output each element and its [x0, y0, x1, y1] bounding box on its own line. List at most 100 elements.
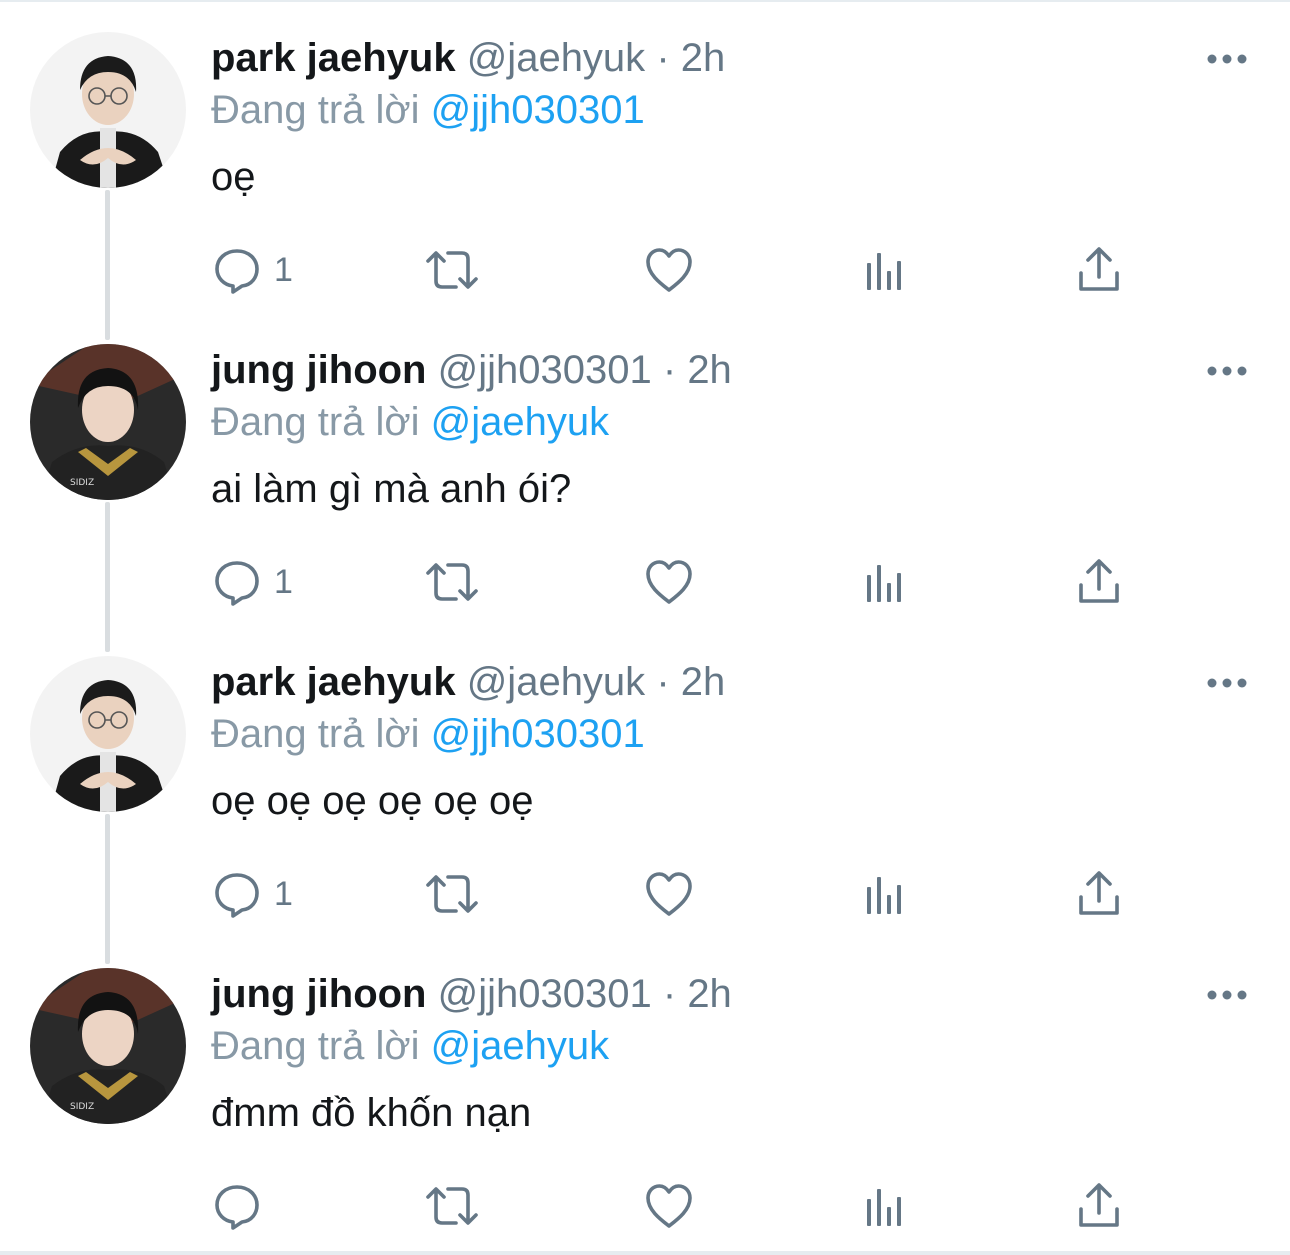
avatar[interactable] [30, 656, 186, 812]
more-options-button[interactable] [1204, 46, 1250, 72]
more-horizontal-icon [1207, 990, 1247, 1000]
more-horizontal-icon [1207, 366, 1247, 376]
bottom-divider [0, 1251, 1290, 1255]
reply-button[interactable] [212, 1168, 274, 1244]
analytics-button[interactable] [862, 232, 908, 308]
display-name[interactable]: park jaehyuk [211, 660, 456, 704]
replying-to: Đang trả lời @jaehyuk [211, 396, 1230, 448]
tweet-header: park jaehyuk @jaehyuk · 2h [211, 656, 1230, 708]
reply-button[interactable]: 1 [212, 544, 293, 620]
like-button[interactable] [644, 1168, 694, 1244]
replying-to: Đang trả lời @jjh030301 [211, 708, 1230, 760]
share-button[interactable] [1076, 544, 1122, 620]
share-upload-icon [1079, 247, 1119, 291]
avatar-jaehyuk-image [30, 656, 186, 812]
separator-dot: · [662, 348, 677, 392]
analytics-button[interactable] [862, 1168, 908, 1244]
separator-dot: · [662, 972, 677, 1016]
avatar-jersey-text: SIDIZ [70, 478, 94, 488]
more-horizontal-icon [1207, 54, 1247, 64]
retweet-button[interactable] [424, 232, 480, 308]
more-options-button[interactable] [1204, 358, 1250, 384]
reply-button[interactable]: 1 [212, 856, 293, 932]
analytics-button[interactable] [862, 856, 908, 932]
replying-to-label: Đang trả lời [211, 88, 420, 132]
retweet-button[interactable] [424, 856, 480, 932]
more-options-button[interactable] [1204, 982, 1250, 1008]
heart-icon [646, 560, 692, 604]
avatar-jaehyuk-image [30, 32, 186, 188]
separator-dot: · [656, 660, 670, 704]
analytics-button[interactable] [862, 544, 908, 620]
analytics-bars-icon [867, 877, 901, 914]
tweet-actions: 1 [212, 232, 1212, 308]
timestamp[interactable]: 2h [681, 660, 726, 704]
retweet-button[interactable] [424, 1168, 480, 1244]
reply-button[interactable]: 1 [212, 232, 293, 308]
reply-bubble-icon [215, 561, 259, 606]
more-options-button[interactable] [1204, 670, 1250, 696]
avatar-jersey-text: SIDIZ [70, 1102, 94, 1112]
timestamp[interactable]: 2h [687, 972, 732, 1016]
replying-to-mention[interactable]: @jaehyuk [431, 400, 609, 444]
avatar[interactable] [30, 32, 186, 188]
user-handle[interactable]: @jaehyuk [467, 36, 645, 80]
replying-to-label: Đang trả lời [211, 712, 420, 756]
retweet-icon [426, 1187, 478, 1225]
avatar-jihoon-image: SIDIZ [30, 344, 186, 500]
reply-bubble-icon [215, 873, 259, 918]
heart-icon [646, 1184, 692, 1228]
avatar-jihoon-image: SIDIZ [30, 968, 186, 1124]
like-button[interactable] [644, 544, 694, 620]
like-button[interactable] [644, 856, 694, 932]
user-handle[interactable]: @jjh030301 [438, 348, 652, 392]
tweet-header: jung jihoon @jjh030301 · 2h [211, 344, 1230, 396]
replying-to-mention[interactable]: @jjh030301 [431, 88, 645, 132]
share-button[interactable] [1076, 232, 1122, 308]
share-button[interactable] [1076, 1168, 1122, 1244]
tweet-text: oẹ [211, 155, 256, 199]
timestamp[interactable]: 2h [687, 348, 732, 392]
avatar[interactable]: SIDIZ [30, 344, 186, 500]
tweet[interactable]: park jaehyuk @jaehyuk · 2h Đang trả lời … [0, 624, 1290, 936]
tweet-header: park jaehyuk @jaehyuk · 2h [211, 32, 1230, 84]
retweet-icon [426, 251, 478, 289]
reply-bubble-icon [215, 1185, 259, 1230]
tweet-actions [212, 1168, 1212, 1244]
tweet[interactable]: park jaehyuk @jaehyuk · 2h Đang trả lời … [0, 0, 1290, 312]
replying-to-mention[interactable]: @jjh030301 [431, 712, 645, 756]
share-upload-icon [1079, 559, 1119, 603]
replying-to: Đang trả lời @jaehyuk [211, 1020, 1230, 1072]
tweet-actions: 1 [212, 544, 1212, 620]
tweet[interactable]: SIDIZ jung jihoon @jjh030301 · 2h Đang t… [0, 312, 1290, 624]
user-handle[interactable]: @jjh030301 [438, 972, 652, 1016]
share-upload-icon [1079, 1183, 1119, 1227]
tweet-header: jung jihoon @jjh030301 · 2h [211, 968, 1230, 1020]
display-name[interactable]: jung jihoon [211, 972, 427, 1016]
analytics-bars-icon [867, 1189, 901, 1226]
user-handle[interactable]: @jaehyuk [467, 660, 645, 704]
separator-dot: · [656, 36, 670, 80]
tweet-actions: 1 [212, 856, 1212, 932]
analytics-bars-icon [867, 253, 901, 290]
reply-count: 1 [274, 875, 293, 913]
replying-to: Đang trả lời @jjh030301 [211, 84, 1230, 136]
reply-count: 1 [274, 563, 293, 601]
retweet-icon [426, 875, 478, 913]
replying-to-label: Đang trả lời [211, 400, 420, 444]
tweet-text: ai làm gì mà anh ói? [211, 467, 572, 511]
display-name[interactable]: jung jihoon [211, 348, 427, 392]
timestamp[interactable]: 2h [681, 36, 726, 80]
share-button[interactable] [1076, 856, 1122, 932]
share-upload-icon [1079, 871, 1119, 915]
replying-to-label: Đang trả lời [211, 1024, 420, 1068]
tweet-text: oẹ oẹ oẹ oẹ oẹ oẹ [211, 779, 534, 823]
more-horizontal-icon [1207, 678, 1247, 688]
retweet-button[interactable] [424, 544, 480, 620]
replying-to-mention[interactable]: @jaehyuk [431, 1024, 609, 1068]
avatar[interactable]: SIDIZ [30, 968, 186, 1124]
heart-icon [646, 248, 692, 292]
tweet[interactable]: SIDIZ jung jihoon @jjh030301 · 2h Đang t… [0, 936, 1290, 1248]
display-name[interactable]: park jaehyuk [211, 36, 456, 80]
like-button[interactable] [644, 232, 694, 308]
